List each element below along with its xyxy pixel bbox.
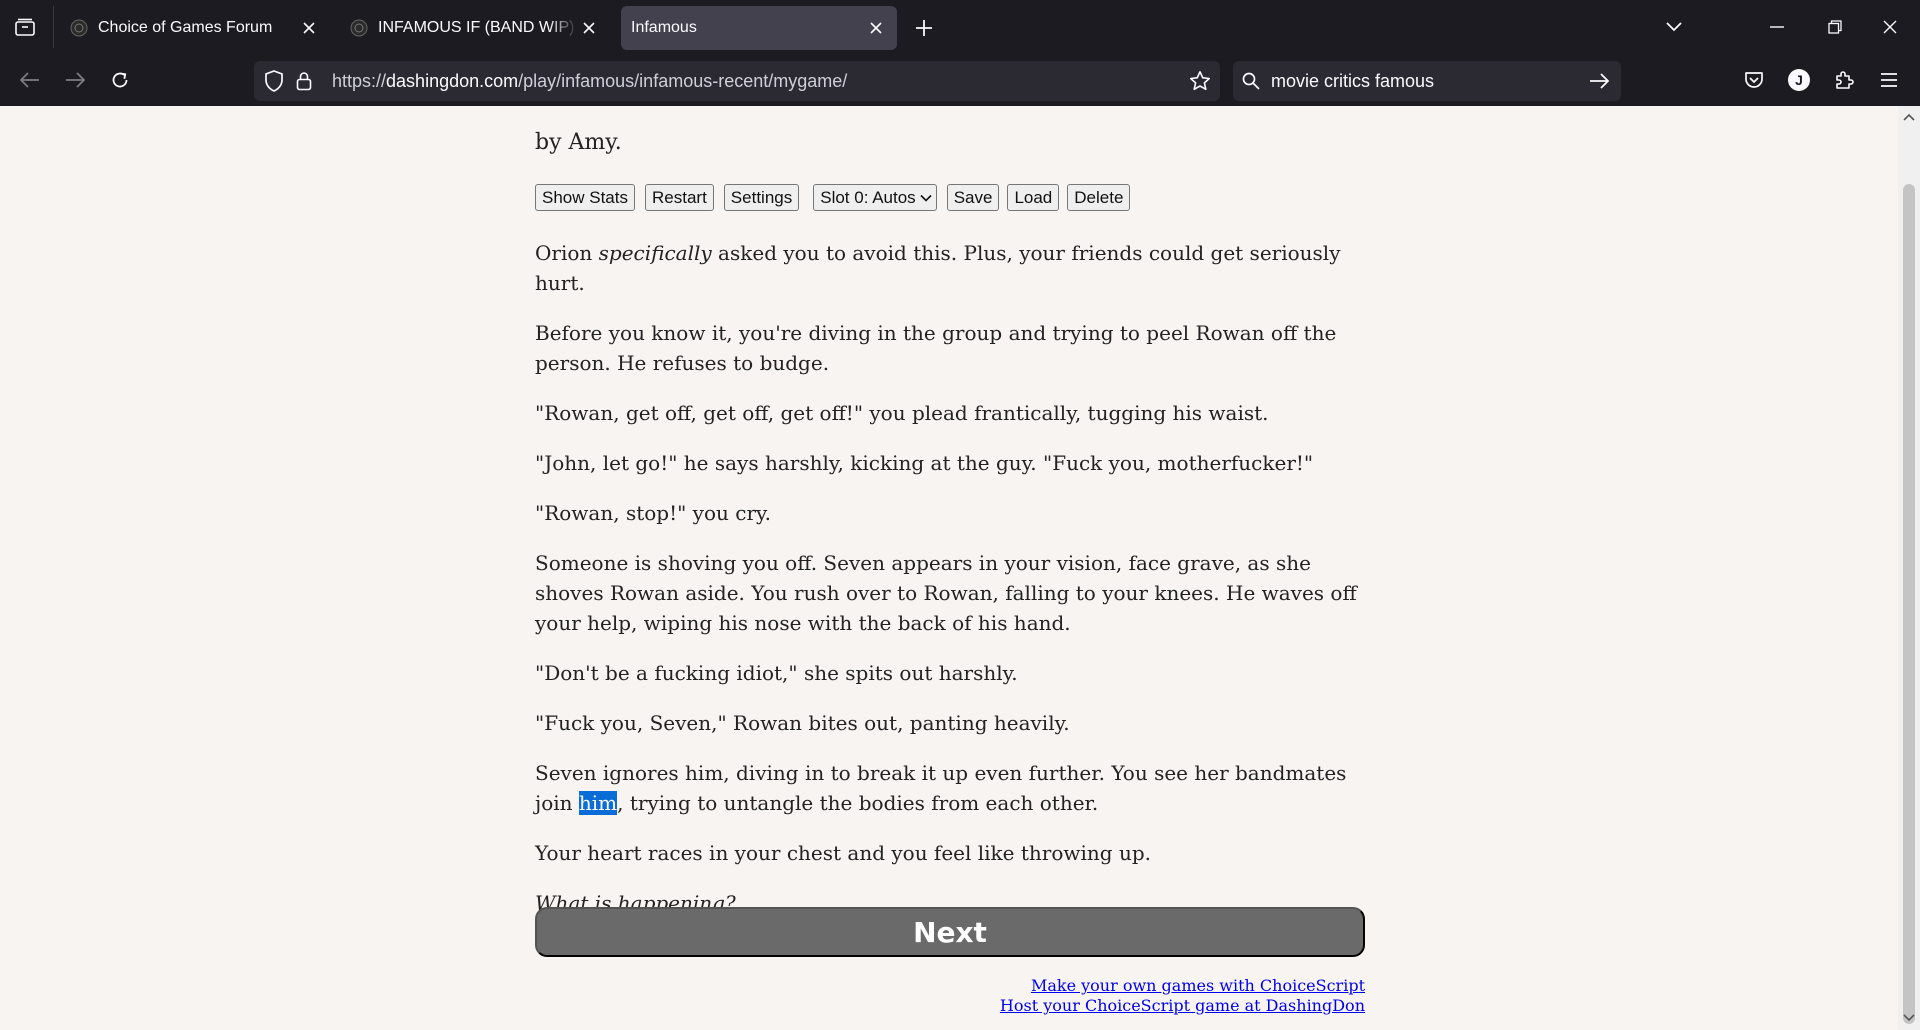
avatar: J (1788, 69, 1810, 91)
new-tab-button[interactable] (908, 12, 940, 44)
url-bar[interactable]: https://dashingdon.com/play/infamous/inf… (254, 61, 1220, 101)
delete-button[interactable]: Delete (1067, 184, 1131, 211)
next-button[interactable]: Next (535, 907, 1365, 957)
pocket-icon (1745, 72, 1763, 88)
tab-choice-of-games-forum[interactable]: Choice of Games Forum (60, 6, 330, 50)
save-slot-select[interactable]: Slot 0: Autos (813, 184, 937, 211)
story-paragraph: Seven ignores him, diving in to break it… (535, 761, 1347, 815)
tab-title: Infamous (631, 19, 697, 36)
page-scrollbar[interactable] (1898, 106, 1920, 1030)
load-button[interactable]: Load (1007, 184, 1060, 211)
tab-list-button[interactable] (8, 10, 42, 44)
settings-button[interactable]: Settings (723, 184, 800, 211)
navigation-toolbar: https://dashingdon.com/play/infamous/inf… (0, 54, 1920, 106)
list-all-tabs-button[interactable] (1654, 10, 1694, 44)
forward-button[interactable] (57, 62, 93, 98)
story-paragraph: "Rowan, stop!" you cry. (535, 501, 772, 525)
tracking-protection-shield-icon[interactable] (262, 69, 286, 93)
selected-text: him (578, 791, 618, 815)
forum-favicon-icon (350, 19, 368, 37)
restore-icon (1828, 20, 1842, 34)
tab-separator (53, 6, 54, 48)
url-host: dashingdon.com (386, 71, 519, 91)
arrow-left-icon (20, 72, 39, 88)
account-button[interactable]: J (1781, 62, 1817, 98)
url-path: /play/infamous/infamous-recent/mygame/ (518, 71, 848, 91)
story-text: Orion specifically asked you to avoid th… (535, 238, 1365, 938)
reload-button[interactable] (102, 62, 138, 98)
arrow-right-icon (66, 72, 85, 88)
close-icon (1883, 20, 1897, 34)
save-slot-value: Slot 0: Autos (820, 187, 916, 207)
extensions-button[interactable] (1826, 62, 1862, 98)
tab-close-icon[interactable] (578, 17, 600, 39)
restart-button[interactable]: Restart (645, 184, 714, 211)
scroll-down-arrow-icon[interactable] (1902, 1011, 1916, 1025)
story-paragraph: Orion specifically asked you to avoid th… (535, 241, 1341, 295)
save-button[interactable]: Save (946, 184, 1000, 211)
story-paragraph: Someone is shoving you off. Seven appear… (535, 551, 1357, 635)
chevron-down-icon (920, 194, 932, 202)
tab-list-icon (15, 18, 35, 36)
lock-icon[interactable] (292, 69, 316, 93)
search-go-arrow-icon[interactable] (1587, 69, 1611, 93)
byline: by Amy. (535, 130, 622, 155)
minimize-icon (1770, 26, 1784, 28)
story-paragraph: Your heart races in your chest and you f… (535, 841, 1151, 865)
restore-button[interactable] (1815, 10, 1855, 44)
minimize-button[interactable] (1757, 10, 1797, 44)
scrollbar-thumb[interactable] (1903, 184, 1915, 1024)
tab-infamous-if-thread[interactable]: INFAMOUS IF (BAND WIP) CHAPTER (340, 6, 610, 50)
browser-chrome: Choice of Games Forum INFAMOUS IF (BAND … (0, 0, 1920, 106)
tab-infamous[interactable]: Infamous (621, 6, 897, 50)
chevron-down-icon (1666, 22, 1682, 32)
reload-icon (112, 72, 128, 88)
back-button[interactable] (12, 62, 48, 98)
game-controls: Show Stats Restart Settings Slot 0: Auto… (535, 184, 1138, 211)
menu-button[interactable] (1871, 62, 1907, 98)
tab-bar: Choice of Games Forum INFAMOUS IF (BAND … (0, 0, 1920, 54)
story-paragraph: "Rowan, get off, get off, get off!" you … (535, 401, 1269, 425)
scroll-up-arrow-icon[interactable] (1902, 110, 1916, 124)
story-paragraph: Before you know it, you're diving in the… (535, 321, 1337, 375)
close-window-button[interactable] (1870, 10, 1910, 44)
plus-icon (916, 20, 932, 36)
story-paragraph: "John, let go!" he says harshly, kicking… (535, 451, 1314, 475)
tab-title: Choice of Games Forum (98, 19, 273, 36)
search-bar[interactable]: movie critics famous (1233, 61, 1621, 101)
hamburger-menu-icon (1881, 73, 1897, 87)
story-paragraph: "Fuck you, Seven," Rowan bites out, pant… (535, 711, 1070, 735)
tab-title: INFAMOUS IF (BAND WIP) CHAPTER (378, 19, 578, 36)
search-icon (1239, 69, 1263, 93)
emphasis-text: specifically (598, 241, 712, 265)
dashingdon-hosting-link[interactable]: Host your ChoiceScript game at DashingDo… (1000, 996, 1365, 1016)
url-text[interactable]: https://dashingdon.com/play/infamous/inf… (332, 71, 847, 92)
puzzle-icon (1836, 71, 1854, 89)
show-stats-button[interactable]: Show Stats (535, 184, 635, 211)
forum-favicon-icon (70, 19, 88, 37)
bookmark-star-icon[interactable] (1188, 69, 1212, 93)
search-input[interactable]: movie critics famous (1271, 71, 1434, 92)
tab-close-icon[interactable] (865, 17, 887, 39)
choicescript-link[interactable]: Make your own games with ChoiceScript (1000, 976, 1365, 996)
url-scheme: https:// (332, 71, 387, 91)
story-paragraph: "Don't be a fucking idiot," she spits ou… (535, 661, 1018, 685)
pocket-button[interactable] (1736, 62, 1772, 98)
tab-close-icon[interactable] (298, 17, 320, 39)
footer-links: Make your own games with ChoiceScript Ho… (1000, 976, 1365, 1016)
